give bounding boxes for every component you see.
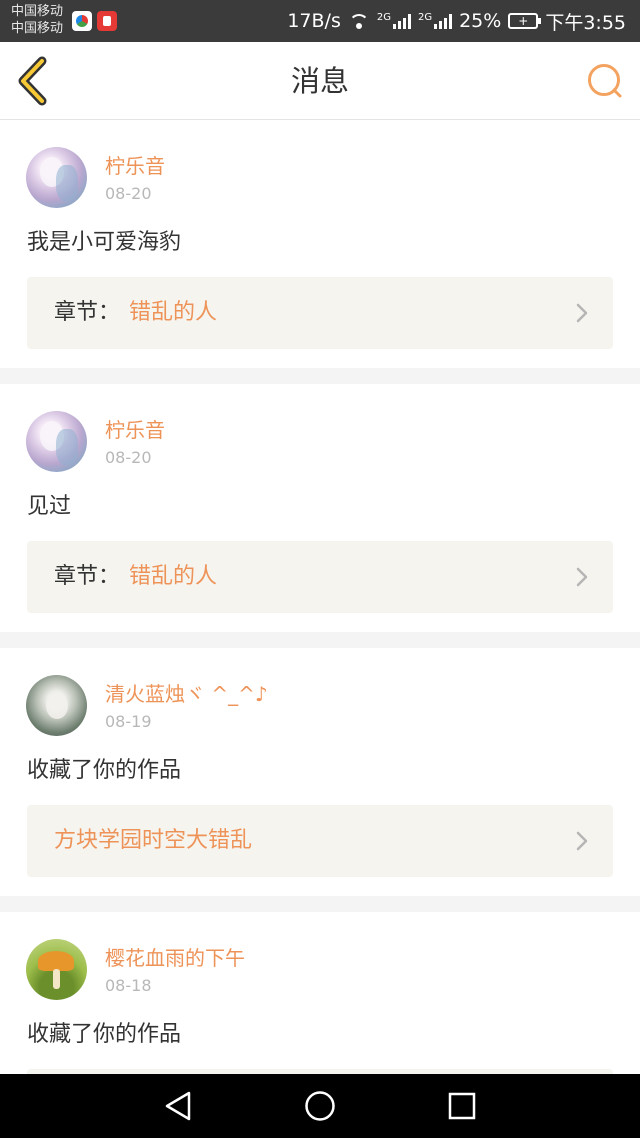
avatar[interactable] (26, 939, 87, 1000)
signal-icon: 2G (377, 13, 411, 29)
page-title: 消息 (290, 64, 349, 98)
message-card: 柠乐音 08-20 见过 章节： 错乱的人 (0, 384, 640, 632)
message-card: 樱花血雨的下午 08-18 收藏了你的作品 (0, 912, 640, 1074)
carrier-labels: 中国移动 中国移动 (11, 3, 63, 37)
carrier-2: 中国移动 (11, 21, 64, 36)
work-link[interactable]: 方块学园时空大错乱 (27, 805, 613, 877)
signal-icon: 2G (417, 12, 453, 29)
search-button[interactable] (586, 62, 624, 100)
chevron-right-icon (576, 831, 588, 851)
notification-app-icon (72, 11, 92, 31)
message-card: 清火蓝烛ヾ ^_^♪ 08-19 收藏了你的作品 方块学园时空大错乱 (0, 648, 640, 896)
clock: 下午3:55 (545, 11, 626, 34)
battery-percent: 25% (459, 10, 502, 32)
notification-app-icon (97, 11, 117, 31)
message-text: 收藏了你的作品 (27, 758, 182, 783)
message-text: 收藏了你的作品 (27, 1022, 182, 1047)
carrier-1: 中国移动 (11, 4, 64, 19)
message-list[interactable]: 柠乐音 08-20 我是小可爱海豹 章节： 错乱的人 柠乐音 08-20 见过 … (0, 120, 640, 1074)
nav-home-button[interactable] (302, 1088, 338, 1124)
status-indicators: 17B/s 2G 2G 25% + 下午3:55 (287, 9, 626, 34)
avatar[interactable] (26, 675, 87, 736)
wifi-icon (348, 13, 370, 29)
message-date: 08-20 (105, 448, 152, 467)
navigation-bar (0, 1074, 640, 1138)
chevron-right-icon (576, 567, 588, 587)
status-bar: 中国移动 中国移动 17B/s 2G 2G 25% + 下午3:55 (0, 0, 640, 42)
username[interactable]: 清火蓝烛ヾ ^_^♪ (105, 681, 268, 707)
recent-square-icon (448, 1092, 476, 1120)
chapter-link[interactable]: 章节： 错乱的人 (27, 277, 613, 349)
nav-recent-button[interactable] (444, 1088, 480, 1124)
message-date: 08-20 (105, 184, 152, 203)
chapter-title: 错乱的人 (129, 300, 218, 325)
message-text: 我是小可爱海豹 (27, 230, 182, 255)
message-date: 08-19 (105, 712, 152, 731)
header: 消息 (0, 42, 640, 120)
work-title: 方块学园时空大错乱 (54, 828, 253, 853)
chapter-link[interactable]: 章节： 错乱的人 (27, 541, 613, 613)
username[interactable]: 柠乐音 (105, 153, 165, 179)
message-text: 见过 (27, 494, 72, 519)
avatar[interactable] (26, 411, 87, 472)
message-card: 柠乐音 08-20 我是小可爱海豹 章节： 错乱的人 (0, 120, 640, 368)
chapter-label: 章节： (54, 300, 121, 325)
chapter-label: 章节： (54, 564, 121, 589)
home-circle-icon (305, 1091, 335, 1121)
search-icon (588, 64, 622, 98)
chapter-title: 错乱的人 (129, 564, 218, 589)
avatar[interactable] (26, 147, 87, 208)
battery-icon: + (508, 13, 542, 29)
message-date: 08-18 (105, 976, 152, 995)
net-speed: 17B/s (287, 10, 341, 32)
username[interactable]: 樱花血雨的下午 (105, 945, 245, 971)
network-type-1: 2G (376, 12, 391, 23)
chevron-right-icon (576, 303, 588, 323)
back-triangle-icon (165, 1091, 191, 1121)
network-type-2: 2G (417, 12, 433, 23)
username[interactable]: 柠乐音 (105, 417, 165, 443)
nav-back-button[interactable] (160, 1088, 196, 1124)
